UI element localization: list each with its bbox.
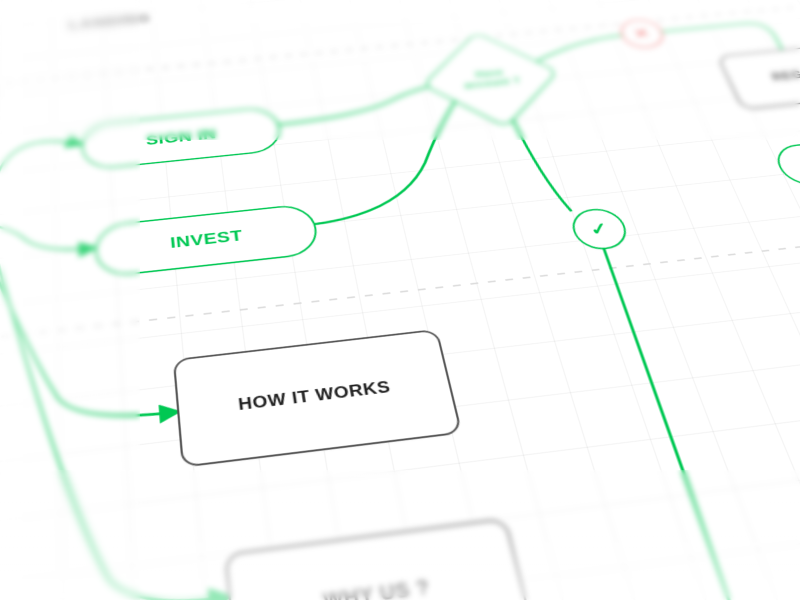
x-icon: ✕ xyxy=(631,25,653,41)
connectors xyxy=(0,0,800,600)
node-invest-label: INVEST xyxy=(169,227,243,252)
check-icon: ✓ xyxy=(587,218,611,239)
node-have-account-label: Have account ? xyxy=(460,66,522,90)
node-register-label: REGISTER xyxy=(770,66,800,84)
node-why-us-label: WHY US ? xyxy=(322,576,432,600)
node-how-it-works-label: HOW IT WORKS xyxy=(237,377,392,414)
node-sign-in-label: SIGN IN xyxy=(145,127,217,149)
